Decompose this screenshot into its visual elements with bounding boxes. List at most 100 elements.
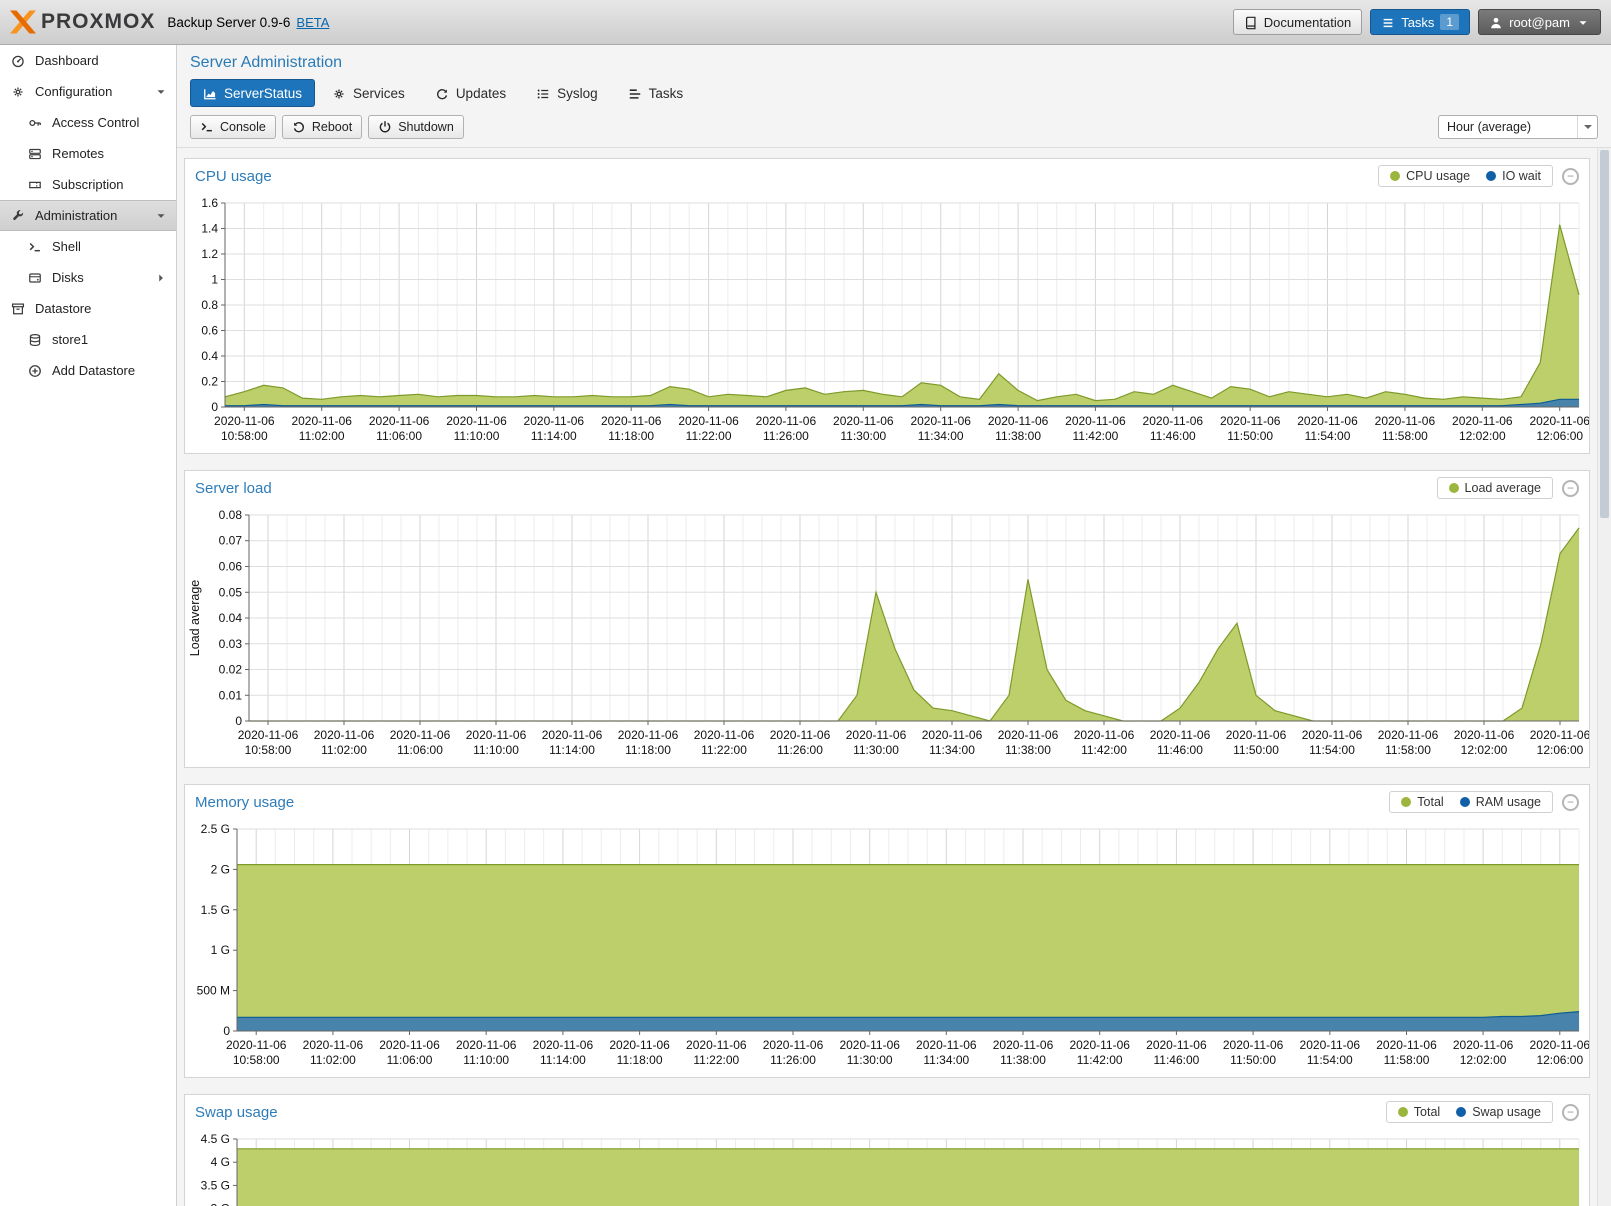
user-menu-button[interactable]: root@pam <box>1478 9 1601 35</box>
svg-text:2020-11-06: 2020-11-06 <box>618 728 679 742</box>
svg-text:3 G: 3 G <box>211 1202 230 1206</box>
legend-label: Swap usage <box>1472 1105 1541 1119</box>
svg-text:11:50:00: 11:50:00 <box>1230 1053 1276 1067</box>
server-load-chart: 00.010.020.030.040.050.060.070.082020-11… <box>185 505 1589 767</box>
svg-text:2020-11-06: 2020-11-06 <box>314 728 375 742</box>
reboot-icon <box>292 120 306 135</box>
svg-text:2020-11-06: 2020-11-06 <box>379 1038 440 1052</box>
legend-item-swap-usage[interactable]: Swap usage <box>1456 1105 1541 1119</box>
svg-text:11:30:00: 11:30:00 <box>840 429 886 443</box>
time-range-select[interactable]: Hour (average) <box>1438 115 1598 139</box>
scrollbar-thumb[interactable] <box>1600 150 1609 518</box>
svg-text:2020-11-06: 2020-11-06 <box>1297 414 1358 428</box>
svg-text:11:58:00: 11:58:00 <box>1385 743 1431 757</box>
panel-title: Swap usage <box>195 1104 278 1121</box>
svg-text:11:18:00: 11:18:00 <box>617 1053 663 1067</box>
sidebar-item-configuration[interactable]: Configuration <box>0 76 176 107</box>
caret-down-icon <box>1576 14 1590 30</box>
collapse-panel-icon[interactable]: − <box>1562 1104 1579 1121</box>
gauge-icon <box>10 53 26 69</box>
chart-legend: CPU usage IO wait <box>1378 165 1553 187</box>
sidebar-item-label: Access Control <box>52 115 139 130</box>
svg-text:11:54:00: 11:54:00 <box>1305 429 1351 443</box>
sidebar-item-add-datastore[interactable]: Add Datastore <box>0 355 176 386</box>
legend-item-total[interactable]: Total <box>1401 795 1443 809</box>
key-icon <box>27 115 43 131</box>
svg-text:2020-11-06: 2020-11-06 <box>226 1038 287 1052</box>
sidebar-item-remotes[interactable]: Remotes <box>0 138 176 169</box>
svg-text:11:54:00: 11:54:00 <box>1309 743 1355 757</box>
legend-label: RAM usage <box>1476 795 1541 809</box>
vertical-scrollbar[interactable] <box>1597 148 1611 1206</box>
console-button[interactable]: Console <box>190 115 276 139</box>
sidebar-item-shell[interactable]: Shell <box>0 231 176 262</box>
svg-text:0.08: 0.08 <box>219 508 243 522</box>
tab-syslog[interactable]: Syslog <box>523 79 611 107</box>
sidebar-item-administration[interactable]: Administration <box>0 200 176 231</box>
svg-text:2020-11-06: 2020-11-06 <box>609 1038 670 1052</box>
tab-label: ServerStatus <box>224 86 302 101</box>
sidebar-item-datastore[interactable]: Datastore <box>0 293 176 324</box>
svg-text:0.2: 0.2 <box>201 375 218 389</box>
legend-item-cpu-usage[interactable]: CPU usage <box>1390 169 1470 183</box>
legend-item-load-average[interactable]: Load average <box>1449 481 1541 495</box>
sidebar-item-access-control[interactable]: Access Control <box>0 107 176 138</box>
svg-text:2020-11-06: 2020-11-06 <box>1223 1038 1284 1052</box>
list-icon <box>1381 14 1395 30</box>
svg-text:11:26:00: 11:26:00 <box>763 429 809 443</box>
beta-link[interactable]: BETA <box>296 15 329 30</box>
legend-item-ram-usage[interactable]: RAM usage <box>1460 795 1541 809</box>
header-actions: Documentation Tasks 1 root@pam <box>1233 9 1601 35</box>
svg-text:11:14:00: 11:14:00 <box>549 743 595 757</box>
reboot-button[interactable]: Reboot <box>282 115 362 139</box>
sidebar-item-store1[interactable]: store1 <box>0 324 176 355</box>
cpu-usage-chart-svg: 00.20.40.60.811.21.41.62020-11-0610:58:0… <box>185 193 1589 453</box>
header: PROXMOX Backup Server 0.9-6 BETA Documen… <box>0 0 1611 45</box>
svg-text:11:18:00: 11:18:00 <box>608 429 654 443</box>
legend-item-total[interactable]: Total <box>1398 1105 1440 1119</box>
tab-tasks[interactable]: Tasks <box>615 79 697 107</box>
svg-text:2020-11-06: 2020-11-06 <box>694 728 755 742</box>
svg-text:2020-11-06: 2020-11-06 <box>1074 728 1135 742</box>
svg-text:11:46:00: 11:46:00 <box>1157 743 1203 757</box>
collapse-panel-icon[interactable]: − <box>1562 794 1579 811</box>
svg-text:11:34:00: 11:34:00 <box>929 743 975 757</box>
svg-text:11:10:00: 11:10:00 <box>454 429 500 443</box>
svg-text:2020-11-06: 2020-11-06 <box>291 414 352 428</box>
wrench-icon <box>10 208 26 224</box>
svg-text:11:42:00: 11:42:00 <box>1081 743 1127 757</box>
svg-text:11:06:00: 11:06:00 <box>387 1053 433 1067</box>
svg-text:11:42:00: 11:42:00 <box>1077 1053 1123 1067</box>
shutdown-button[interactable]: Shutdown <box>368 115 464 139</box>
swap-usage-chart-svg: 0500 M1 G1.5 G2 G2.5 G3 G3.5 G4 G4.5 G20… <box>185 1129 1589 1206</box>
documentation-label: Documentation <box>1264 15 1351 30</box>
tab-bar: ServerStatus ServicesUpdatesSyslogTasks <box>177 74 1611 112</box>
legend-item-io-wait[interactable]: IO wait <box>1486 169 1541 183</box>
documentation-button[interactable]: Documentation <box>1233 9 1362 35</box>
tasks-button[interactable]: Tasks 1 <box>1370 9 1470 35</box>
tab-serverstatus[interactable]: ServerStatus <box>190 79 315 107</box>
sidebar-item-label: Disks <box>52 270 84 285</box>
svg-text:12:02:00: 12:02:00 <box>1459 429 1506 443</box>
panel-cpu-usage: CPU usageCPU usage IO wait− 00.20.40.60.81… <box>184 158 1590 454</box>
user-label: root@pam <box>1509 15 1570 30</box>
chart-legend: Total RAM usage <box>1389 791 1553 813</box>
refresh-icon <box>435 85 449 100</box>
tab-updates[interactable]: Updates <box>422 79 519 107</box>
memory-usage-chart: 0500 M1 G1.5 G2 G2.5 G2020-11-0610:58:00… <box>185 819 1589 1077</box>
sidebar-item-subscription[interactable]: Subscription <box>0 169 176 200</box>
svg-text:11:30:00: 11:30:00 <box>847 1053 893 1067</box>
sidebar-item-label: Shell <box>52 239 81 254</box>
collapse-panel-icon[interactable]: − <box>1562 168 1579 185</box>
sidebar-item-dashboard[interactable]: Dashboard <box>0 45 176 76</box>
svg-text:2020-11-06: 2020-11-06 <box>1069 1038 1130 1052</box>
panel-memory-usage: Memory usageTotalRAM usage−0500 M1 G1.5 … <box>184 784 1590 1078</box>
svg-text:12:02:00: 12:02:00 <box>1461 743 1508 757</box>
svg-text:12:02:00: 12:02:00 <box>1460 1053 1507 1067</box>
collapse-panel-icon[interactable]: − <box>1562 480 1579 497</box>
sidebar-item-disks[interactable]: Disks <box>0 262 176 293</box>
svg-text:0: 0 <box>235 714 242 728</box>
svg-text:2020-11-06: 2020-11-06 <box>214 414 275 428</box>
caret-down-icon <box>154 84 168 100</box>
tab-services[interactable]: Services <box>319 79 418 107</box>
